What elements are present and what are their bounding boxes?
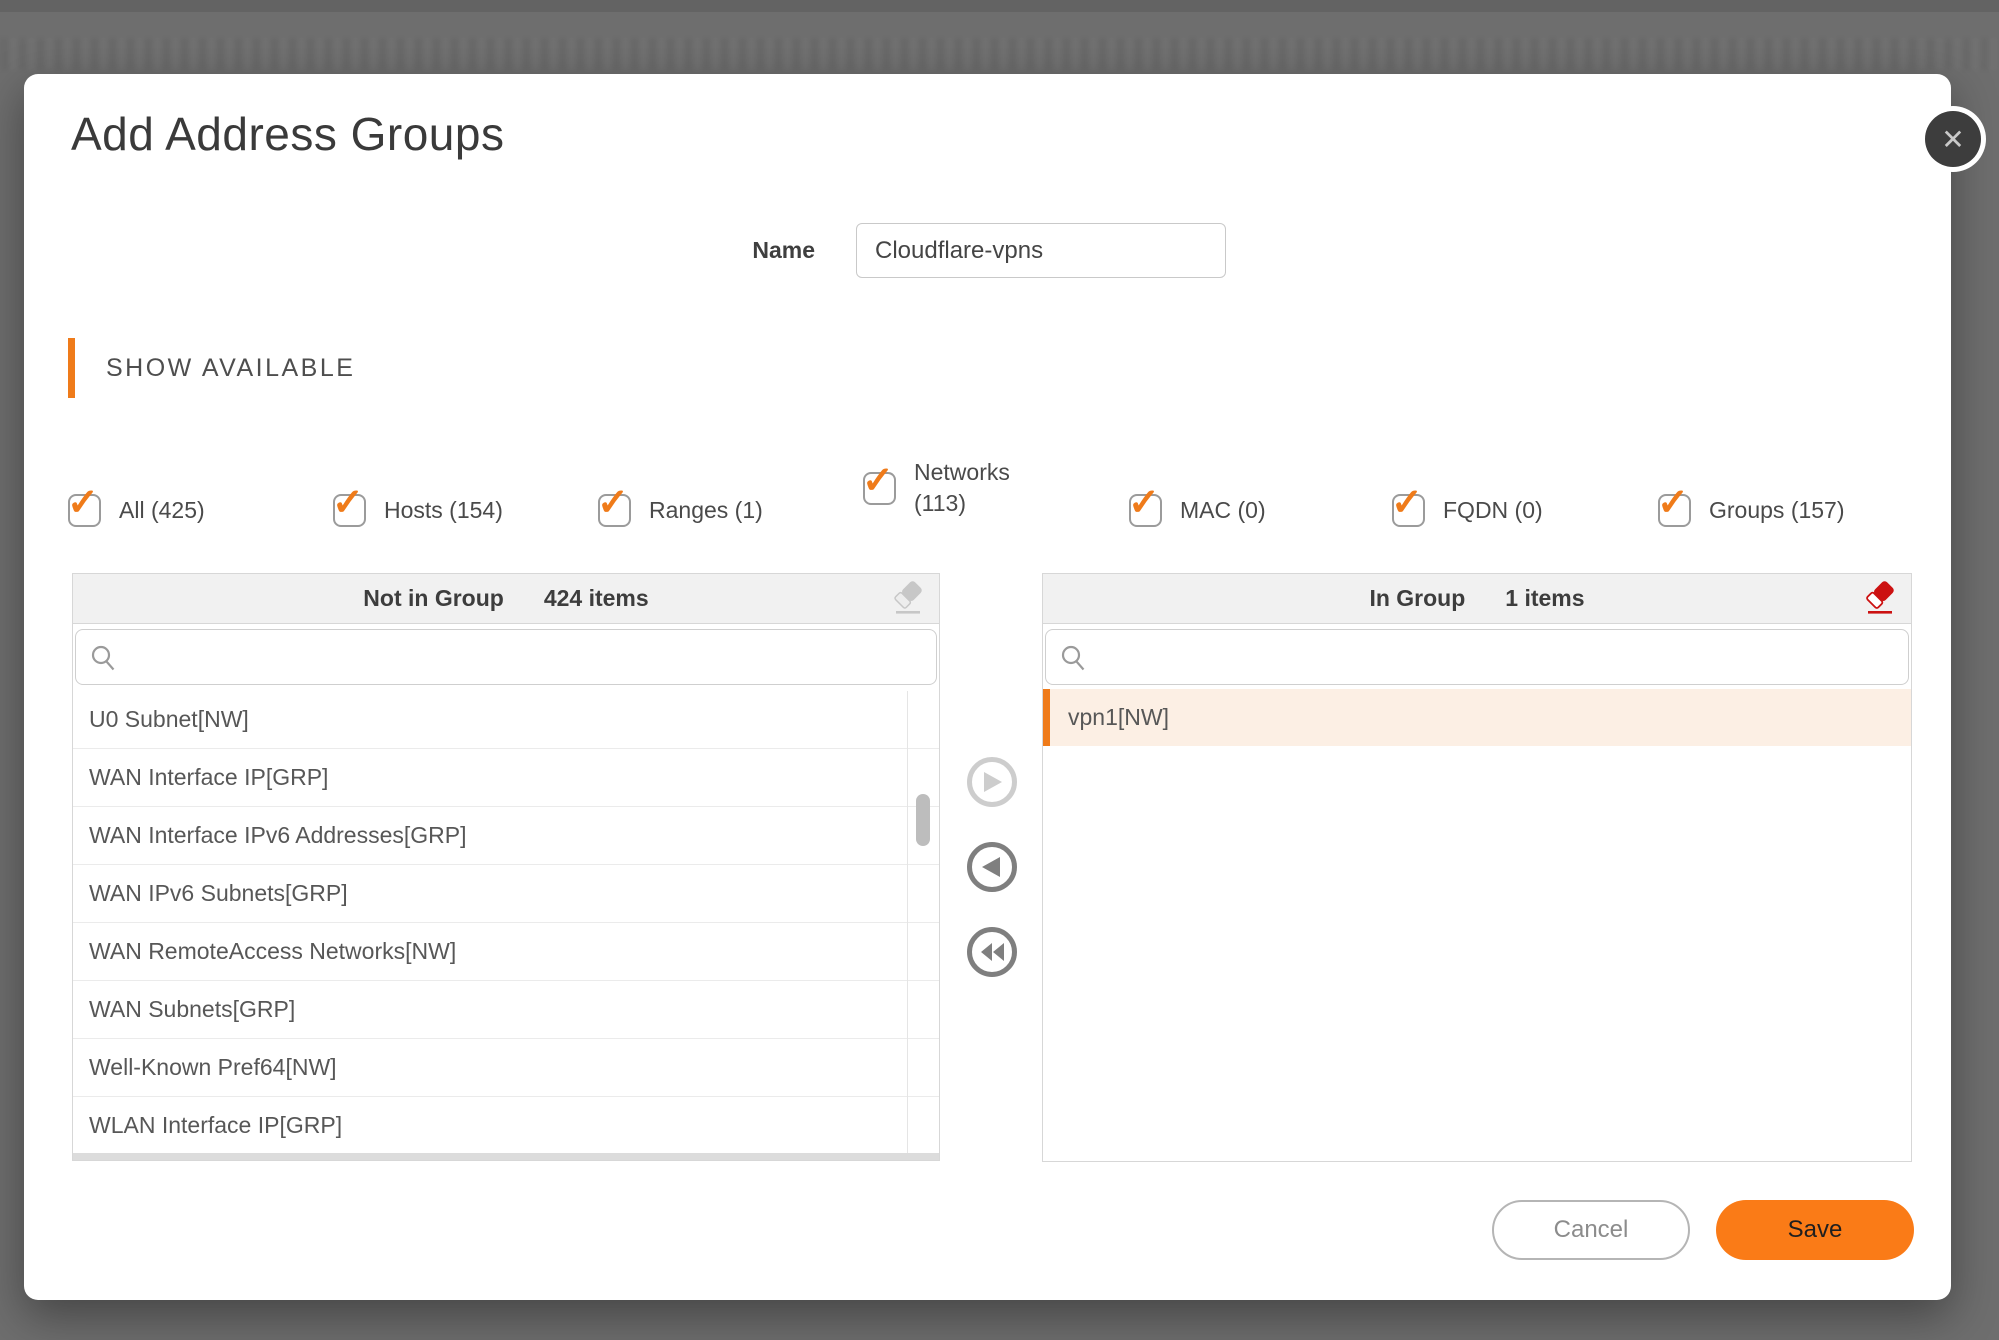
not-in-group-title: Not in Group [363,585,504,612]
in-group-header: In Group 1 items [1043,574,1911,624]
filter-ranges[interactable]: ✓ Ranges (1) [598,490,763,530]
checkbox-hosts[interactable]: ✓ [333,494,366,527]
list-item[interactable]: WAN Interface IP[GRP] [73,749,939,807]
check-icon: ✓ [597,484,629,522]
filter-all[interactable]: ✓ All (425) [68,490,205,530]
clear-filter-button-disabled[interactable] [891,581,925,617]
scrollbar-thumb[interactable] [916,794,930,846]
backdrop-blurred-content [0,38,1999,70]
selected-group-member[interactable]: vpn1[NW] [1043,689,1911,746]
arrow-left-icon [981,855,1003,879]
screen-backdrop: Add Address Groups ✕ Name SHOW AVAILABLE… [0,0,1999,1340]
filter-all-label[interactable]: All (425) [119,497,205,524]
checkbox-groups[interactable]: ✓ [1658,494,1691,527]
name-input[interactable] [856,223,1226,278]
move-right-button[interactable] [967,757,1017,807]
scrollbar-track [907,691,908,1153]
move-left-button[interactable] [967,842,1017,892]
search-icon [1060,644,1087,671]
not-in-group-search-box [75,629,937,685]
close-icon: ✕ [1941,123,1964,156]
filter-networks[interactable]: ✓ Networks (113) [863,455,1032,521]
in-group-title: In Group [1369,585,1465,612]
filter-fqdn-label[interactable]: FQDN (0) [1443,497,1543,524]
in-group-search-input[interactable] [1097,637,1894,677]
list-item[interactable]: WAN IPv6 Subnets[GRP] [73,865,939,923]
checkbox-all[interactable]: ✓ [68,494,101,527]
search-icon [90,644,117,671]
list-item[interactable]: WAN Subnets[GRP] [73,981,939,1039]
check-icon: ✓ [862,462,894,500]
cancel-button[interactable]: Cancel [1492,1200,1690,1260]
not-in-group-list: U0 Subnet[NW] WAN Interface IP[GRP] WAN … [73,691,939,1153]
filter-groups[interactable]: ✓ Groups (157) [1658,490,1845,530]
filter-mac[interactable]: ✓ MAC (0) [1129,490,1266,530]
move-all-left-button[interactable] [967,927,1017,977]
close-button[interactable]: ✕ [1925,111,1981,167]
double-arrow-left-icon [979,941,1006,963]
filter-hosts[interactable]: ✓ Hosts (154) [333,490,503,530]
check-icon: ✓ [1128,484,1160,522]
backdrop-top-strip [0,0,1999,12]
filter-ranges-label[interactable]: Ranges (1) [649,497,763,524]
check-icon: ✓ [1657,484,1689,522]
filter-fqdn[interactable]: ✓ FQDN (0) [1392,490,1543,530]
list-item[interactable]: U0 Subnet[NW] [73,691,939,749]
horizontal-scrollbar[interactable] [73,1153,939,1160]
not-in-group-count: 424 items [544,585,649,612]
filter-networks-label[interactable]: Networks (113) [914,457,1032,519]
not-in-group-search-input[interactable] [127,637,922,677]
check-icon: ✓ [332,484,364,522]
add-address-groups-dialog: Add Address Groups ✕ Name SHOW AVAILABLE… [24,74,1951,1300]
check-icon: ✓ [1391,484,1423,522]
in-group-count: 1 items [1505,585,1584,612]
section-accent-bar [68,338,75,398]
list-item[interactable]: WAN Interface IPv6 Addresses[GRP] [73,807,939,865]
checkbox-networks[interactable]: ✓ [863,472,896,505]
eraser-icon [891,581,925,617]
name-field-label: Name [690,223,815,278]
save-button[interactable]: Save [1716,1200,1914,1260]
list-item[interactable]: WAN RemoteAccess Networks[NW] [73,923,939,981]
not-in-group-panel: Not in Group 424 items [72,573,940,1161]
filter-groups-label[interactable]: Groups (157) [1709,497,1845,524]
checkbox-ranges[interactable]: ✓ [598,494,631,527]
checkbox-fqdn[interactable]: ✓ [1392,494,1425,527]
section-header: SHOW AVAILABLE [106,338,355,398]
filter-hosts-label[interactable]: Hosts (154) [384,497,503,524]
in-group-search-box [1045,629,1909,685]
not-in-group-header: Not in Group 424 items [73,574,939,624]
page-title: Add Address Groups [71,104,504,164]
clear-group-button[interactable] [1863,581,1897,617]
arrow-right-icon [981,770,1003,794]
list-item[interactable]: WLAN Interface IP[GRP] [73,1097,939,1153]
in-group-panel: In Group 1 items [1042,573,1912,1162]
filter-mac-label[interactable]: MAC (0) [1180,497,1266,524]
eraser-icon-red [1863,581,1897,617]
checkbox-mac[interactable]: ✓ [1129,494,1162,527]
check-icon: ✓ [67,484,99,522]
list-item[interactable]: Well-Known Pref64[NW] [73,1039,939,1097]
